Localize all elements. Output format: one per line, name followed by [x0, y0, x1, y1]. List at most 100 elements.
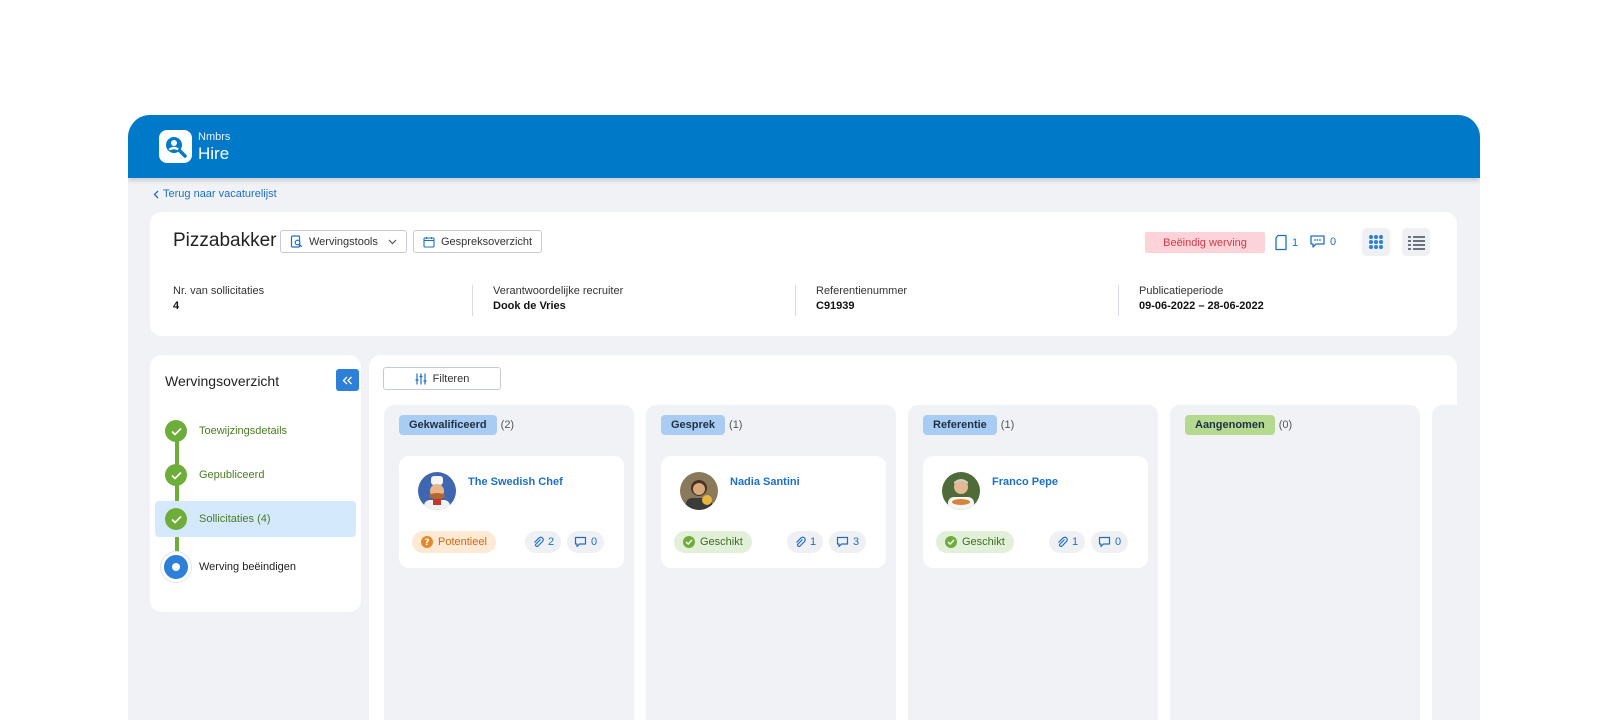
comments-count[interactable]: 0 [1309, 234, 1336, 249]
status-badge: ? Potentieel [412, 531, 496, 553]
candidate-card[interactable]: The Swedish Chef ? Potentieel 2 0 [399, 456, 624, 568]
comments-count: 0 [1115, 536, 1122, 548]
grid-icon [1369, 235, 1383, 249]
divider [1118, 285, 1119, 316]
column-reference: Referentie (1) Franco Pepe Geschikt 1 0 [908, 405, 1158, 720]
page-title: Pizzabakker [173, 230, 277, 251]
job-header-card: Pizzabakker Wervingstools Gespreksoverzi… [150, 212, 1457, 336]
candidate-name[interactable]: Franco Pepe [992, 476, 1058, 488]
paperclip-icon [1058, 536, 1068, 548]
question-icon: ? [421, 536, 433, 548]
step-assignment-details[interactable]: Toewijzingsdetails [155, 413, 356, 449]
comment-icon [836, 536, 849, 548]
meta-recruiter: Verantwoordelijke recruiter Dook de Vrie… [493, 285, 623, 312]
kanban-board: Filteren Gekwalificeerd (2) The Swedish … [369, 355, 1457, 720]
comments-chip[interactable]: 0 [567, 531, 605, 553]
interview-overview-label: Gespreksoverzicht [441, 235, 533, 248]
column-badge: Referentie [923, 415, 997, 435]
column-count: (1) [729, 419, 743, 431]
document-search-icon [290, 235, 303, 248]
double-chevron-left-icon [342, 376, 352, 384]
collapse-panel-button[interactable] [336, 369, 359, 391]
attachments-count: 1 [1072, 536, 1079, 548]
candidate-card[interactable]: Franco Pepe Geschikt 1 0 [923, 456, 1148, 568]
top-bar: Nmbrs Hire [128, 115, 1480, 178]
comment-icon [1310, 235, 1325, 248]
status-label: Potentieel [438, 536, 487, 548]
attachments-chip[interactable]: 1 [1049, 531, 1086, 553]
step-label: Sollicitaties (4) [199, 513, 271, 525]
check-icon [165, 464, 187, 486]
column-hired: Aangenomen (0) [1170, 405, 1420, 720]
meta-value: 09-06-2022 – 28-06-2022 [1139, 300, 1264, 312]
search-person-icon [165, 136, 187, 158]
end-recruitment-button[interactable]: Beëindig werving [1145, 232, 1265, 253]
back-link[interactable]: Terug naar vacaturelijst [153, 188, 277, 200]
step-end-recruitment[interactable]: Werving beëindigen [155, 549, 356, 585]
grid-view-button[interactable] [1362, 228, 1390, 256]
filter-button[interactable]: Filteren [383, 367, 501, 390]
brand: Nmbrs Hire [198, 130, 231, 163]
step-label: Werving beëindigen [199, 561, 297, 573]
meta-label: Verantwoordelijke recruiter [493, 285, 624, 297]
attachments-chip[interactable]: 1 [787, 531, 824, 553]
check-icon [165, 420, 187, 442]
logo[interactable] [159, 130, 192, 163]
candidate-name[interactable]: The Swedish Chef [468, 476, 563, 488]
meta-label: Publicatieperiode [1139, 285, 1224, 297]
step-progress-line [175, 435, 179, 565]
attachments-count: 2 [548, 536, 555, 548]
divider [472, 285, 473, 316]
brand-product: Hire [198, 143, 230, 163]
comments-chip[interactable]: 0 [1091, 531, 1129, 553]
column-count: (2) [500, 419, 515, 431]
recruitment-tools-label: Wervingstools [309, 235, 378, 248]
svg-text:?: ? [424, 538, 429, 548]
check-icon [165, 508, 187, 530]
status-badge: Geschikt [674, 531, 752, 553]
current-step-icon [161, 552, 191, 582]
meta-publication-period: Publicatieperiode 09-06-2022 – 28-06-202… [1139, 285, 1264, 312]
column-interview: Gesprek (1) Nadia Santini Geschikt 1 3 [646, 405, 896, 720]
step-applications[interactable]: Sollicitaties (4) [155, 501, 356, 537]
back-link-label: Terug naar vacaturelijst [163, 188, 277, 200]
filter-label: Filteren [432, 372, 470, 385]
comment-icon [574, 536, 587, 548]
chevron-down-icon [388, 239, 397, 244]
recruitment-tools-button[interactable]: Wervingstools [280, 230, 407, 253]
paperclip-icon [534, 536, 544, 548]
comment-icon [1098, 536, 1111, 548]
candidate-card[interactable]: Nadia Santini Geschikt 1 3 [661, 456, 886, 568]
status-badge: Geschikt [936, 531, 1014, 553]
column-count: (1) [1000, 419, 1015, 431]
step-published[interactable]: Gepubliceerd [155, 457, 356, 493]
column-header: Gesprek (1) [661, 415, 742, 435]
documents-count[interactable]: 1 [1274, 234, 1298, 251]
column-partial [1432, 405, 1457, 720]
attachments-count: 1 [810, 536, 817, 548]
list-view-button[interactable] [1402, 228, 1430, 256]
brand-company: Nmbrs [198, 130, 231, 143]
paperclip-icon [796, 536, 806, 548]
status-label: Geschikt [962, 536, 1005, 548]
candidate-name[interactable]: Nadia Santini [730, 476, 800, 488]
column-header: Referentie (1) [923, 415, 1014, 435]
interview-overview-button[interactable]: Gespreksoverzicht [413, 230, 543, 253]
meta-reference: Referentienummer C91939 [816, 285, 907, 312]
column-badge: Gesprek [661, 415, 726, 435]
comments-count-value: 0 [1330, 235, 1337, 248]
meta-label: Referentienummer [816, 285, 908, 297]
panel-title: Wervingsoverzicht [165, 373, 280, 389]
check-circle-icon [683, 536, 695, 548]
comments-chip[interactable]: 3 [829, 531, 867, 553]
list-icon [1407, 235, 1425, 250]
step-label: Gepubliceerd [199, 469, 265, 481]
column-count: (0) [1278, 419, 1293, 431]
column-badge: Gekwalificeerd [399, 415, 497, 435]
attachments-chip[interactable]: 2 [525, 531, 562, 553]
sliders-icon [415, 373, 427, 384]
avatar [942, 472, 980, 510]
meta-value: 4 [173, 300, 180, 312]
app-window: Nmbrs Hire Terug naar vacaturelijst Pizz… [128, 115, 1480, 720]
calendar-icon [423, 236, 435, 248]
